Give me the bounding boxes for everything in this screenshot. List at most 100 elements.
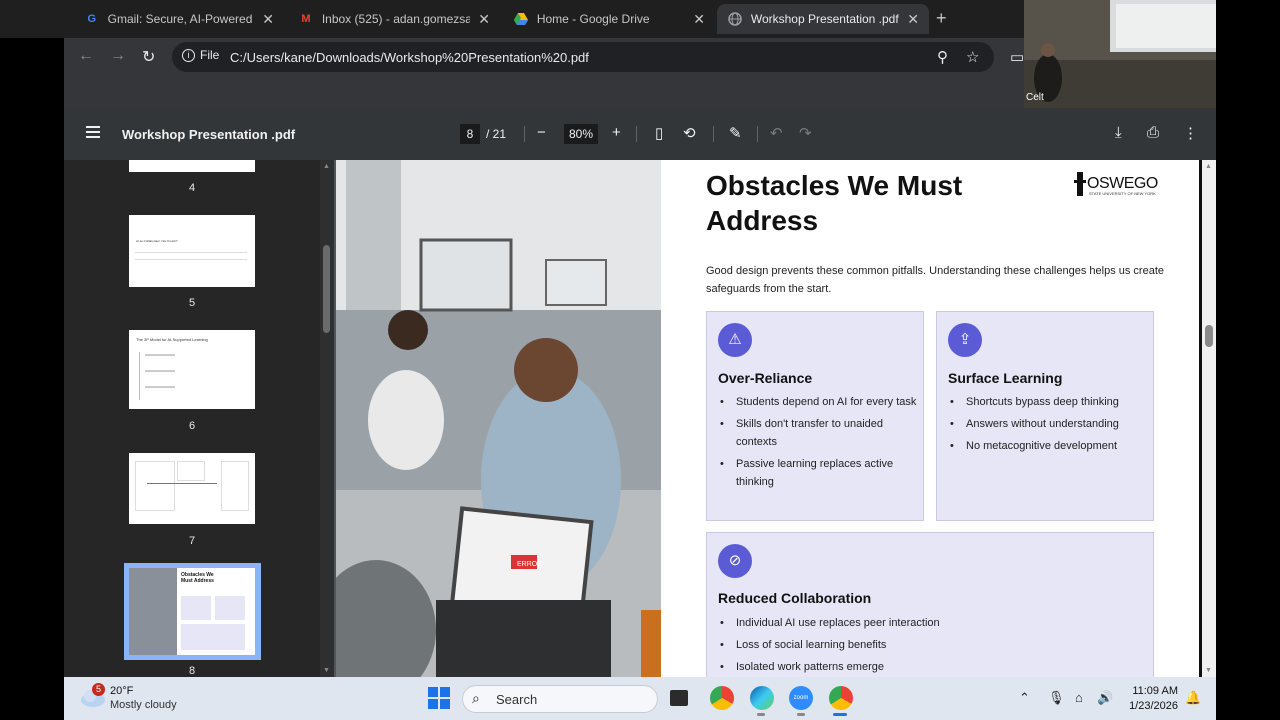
divider (713, 126, 714, 142)
sidepanel-icon[interactable]: ▭ (1010, 48, 1024, 66)
thumbnail-label: 5 (188, 297, 196, 309)
zoom-input[interactable]: 80% (564, 124, 598, 144)
active-indicator (833, 713, 847, 716)
thumbnail-page-5[interactable]: AI as Collaborator, Not Crutch? (129, 215, 255, 287)
redo-icon[interactable]: ↷ (799, 124, 812, 142)
list-item: Shortcuts bypass deep thinking (948, 393, 1148, 411)
thumbnail-page-4[interactable] (129, 160, 255, 172)
task-view-icon[interactable] (670, 690, 688, 706)
search-icon[interactable]: ⚲ (937, 48, 948, 66)
new-tab-icon[interactable]: + (936, 8, 947, 29)
tab-inbox[interactable]: M Inbox (525) - adan.gomezsalga ✕ (288, 4, 500, 34)
weather-desc: Mostly cloudy (110, 699, 177, 711)
pdf-toolbar: Workshop Presentation .pdf 8 / 21 − 80% … (64, 108, 1216, 160)
divider (524, 126, 525, 142)
zoom-app-icon[interactable]: zoom (789, 686, 813, 710)
globe-icon (727, 11, 743, 27)
tab-google-drive[interactable]: Home - Google Drive ✕ (503, 4, 715, 34)
volume-icon[interactable]: 🔊 (1097, 690, 1113, 706)
chrome-profile-icon[interactable] (829, 686, 853, 710)
google-icon: G (87, 13, 97, 25)
info-icon: i (182, 48, 195, 62)
card-surface-learning: ⇪ Surface Learning Shortcuts bypass deep… (936, 311, 1154, 521)
weather-badge: 5 (92, 683, 105, 696)
scroll-down-icon[interactable]: ▼ (323, 667, 330, 674)
close-icon[interactable]: ✕ (478, 11, 490, 28)
scroll-up-icon[interactable]: ▲ (323, 163, 330, 170)
thumbnail-page-8[interactable]: Obstacles We Must Address (129, 568, 255, 655)
weather-temp: 20°F (110, 685, 134, 697)
drive-icon (513, 11, 529, 27)
divider (757, 126, 758, 142)
thumbnail-page-7[interactable] (129, 453, 255, 524)
scroll-down-icon[interactable]: ▼ (1205, 667, 1212, 674)
star-icon[interactable]: ☆ (966, 48, 979, 66)
card-list: Shortcuts bypass deep thinking Answers w… (948, 393, 1148, 459)
screen: G Gmail: Secure, AI-Powered Ema ✕ M Inbo… (0, 0, 1280, 720)
broken-link-icon: ⊘ (718, 544, 752, 578)
tab-gmail-secure[interactable]: G Gmail: Secure, AI-Powered Ema ✕ (74, 4, 284, 34)
print-icon[interactable]: ⎙ (1147, 124, 1159, 141)
slide-intro: Good design prevents these common pitfal… (706, 265, 1164, 295)
forward-icon[interactable]: → (110, 47, 126, 65)
search-label: Search (496, 692, 538, 707)
tab-workshop-pdf[interactable]: Workshop Presentation .pdf ✕ (717, 4, 929, 34)
taskbar-search[interactable] (462, 685, 658, 713)
list-item: Answers without understanding (948, 415, 1148, 433)
menu-icon[interactable] (86, 126, 100, 138)
back-icon[interactable]: ← (78, 47, 94, 65)
screen-edge (1216, 0, 1280, 677)
clock-date[interactable]: 1/23/2026 (1126, 700, 1178, 712)
notification-icon[interactable]: 🔔 (1185, 690, 1201, 706)
annotate-icon[interactable]: ✎ (729, 124, 742, 142)
list-item: Students depend on AI for every task (718, 393, 918, 411)
sidebar-scrollbar-thumb[interactable] (323, 245, 330, 333)
list-item: Skills don't transfer to unaided context… (718, 415, 918, 451)
page-total: / 21 (486, 127, 507, 141)
thumbnail-label: 4 (188, 182, 196, 194)
windows-start-icon[interactable] (428, 687, 450, 714)
more-options-icon[interactable]: ⋮ (1183, 124, 1198, 142)
reload-icon[interactable]: ↻ (142, 47, 155, 67)
fit-page-icon[interactable]: ▯ (655, 124, 663, 142)
list-item: No metacognitive development (948, 437, 1148, 455)
zoom-in-icon[interactable]: + (612, 124, 621, 141)
url-text[interactable]: C:/Users/kane/Downloads/Workshop%20Prese… (230, 50, 589, 65)
card-over-reliance: ⚠ Over-Reliance Students depend on AI fo… (706, 311, 924, 521)
pdf-title: Workshop Presentation .pdf (122, 127, 296, 142)
gmail-icon: M (301, 13, 311, 25)
card-reduced-collaboration: ⊘ Reduced Collaboration Individual AI us… (706, 532, 1154, 677)
chevron-up-icon[interactable]: ⌃ (1019, 690, 1030, 706)
zoom-out-icon[interactable]: − (537, 124, 546, 141)
oswego-logo: OSWEGO STATE UNIVERSITY OF NEW YORK (1073, 172, 1158, 196)
viewer-scrollbar[interactable] (1202, 160, 1216, 677)
close-icon[interactable]: ✕ (693, 11, 705, 28)
undo-icon[interactable]: ↶ (770, 124, 783, 142)
chrome-icon[interactable] (710, 686, 734, 710)
close-icon[interactable]: ✕ (262, 11, 274, 28)
edge-icon[interactable] (750, 686, 774, 710)
list-item: Individual AI use replaces peer interact… (718, 614, 1138, 632)
page-number-input[interactable]: 8 (460, 124, 480, 144)
list-item: Isolated work patterns emerge (718, 658, 1138, 676)
bookmarks-bar (64, 76, 1024, 108)
pdf-page: ERROR Obstacles We Must Address OSWEGO S… (336, 160, 1200, 677)
sidebar-scrollbar[interactable] (320, 160, 334, 677)
slide-title: Obstacles We Must Address (706, 170, 963, 236)
microphone-icon[interactable]: 🎙 (1048, 690, 1065, 706)
download-icon[interactable]: ⤓ (1115, 124, 1122, 141)
classroom-photo: ERROR (336, 160, 661, 677)
upload-icon: ⇪ (948, 323, 982, 357)
viewer-scrollbar-thumb[interactable] (1205, 325, 1213, 347)
thumbnail-label: 6 (188, 420, 196, 432)
thumbnail-sidebar: 4 AI as Collaborator, Not Crutch? 5 The … (64, 160, 320, 677)
clock-time[interactable]: 11:09 AM (1126, 685, 1178, 697)
rotate-icon[interactable]: ⟲ (683, 124, 696, 142)
site-info-chip[interactable]: i File (182, 48, 219, 62)
divider (636, 126, 637, 142)
running-indicator (757, 713, 765, 716)
network-icon[interactable]: ⌂ (1075, 690, 1083, 705)
close-icon[interactable]: ✕ (907, 11, 919, 28)
scroll-up-icon[interactable]: ▲ (1205, 163, 1212, 170)
thumbnail-page-6[interactable]: The 3P Model for AI-Supported Learning (129, 330, 255, 409)
